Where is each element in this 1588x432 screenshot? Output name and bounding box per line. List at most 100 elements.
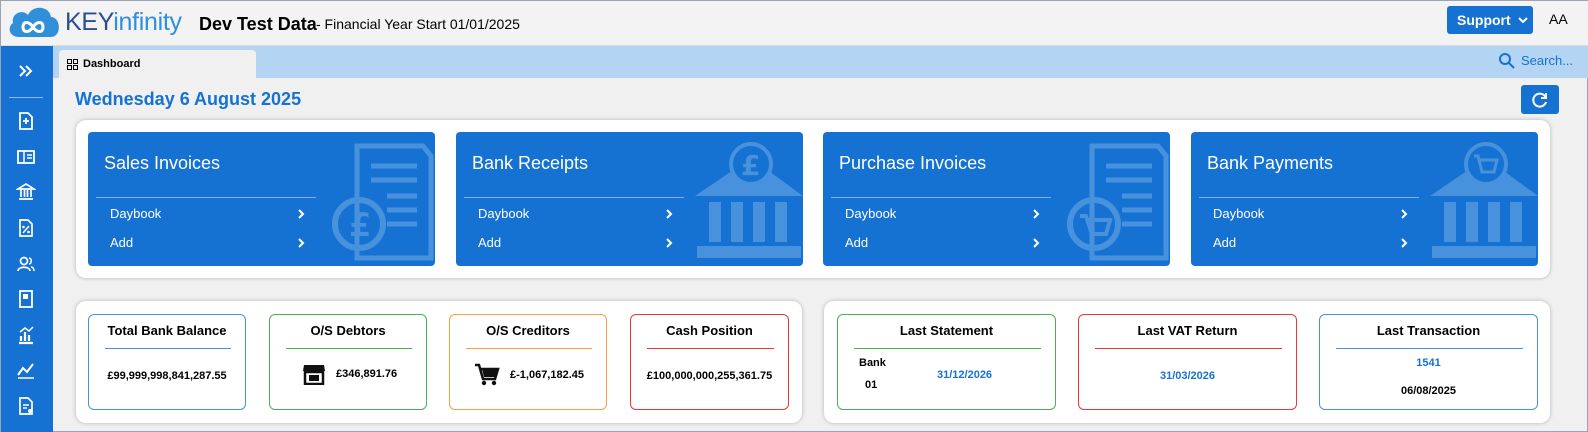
card-title: Bank Receipts	[472, 153, 589, 173]
tab-dashboard[interactable]: Dashboard	[59, 50, 256, 78]
bank-icon[interactable]	[13, 179, 39, 205]
chevron-right-icon	[298, 208, 305, 219]
os-debtors-card[interactable]: O/S Debtors £346,891.76	[269, 314, 427, 410]
card-divider	[1199, 197, 1419, 198]
quick-actions-panel: Sales Invoices Daybook Add £ Bank Receip…	[76, 120, 1550, 278]
chevron-right-icon	[1033, 237, 1040, 248]
bank-pound-icon: £	[695, 142, 803, 258]
kpi-underline	[1336, 348, 1523, 349]
kpi-title: Last VAT Return	[1137, 323, 1238, 338]
total-bank-balance-value: £99,999,998,841,287.55	[107, 370, 227, 382]
cloud-infinity-logo-icon	[9, 7, 59, 37]
sales-invoices-add-link[interactable]: Add	[110, 235, 306, 250]
sales-invoices-daybook-link[interactable]: Daybook	[110, 206, 306, 221]
top-bar: KEYinfinity Dev Test Data - Financial Ye…	[1, 1, 1588, 46]
cash-position-card[interactable]: Cash Position £100,000,000,255,361.75	[630, 314, 789, 410]
kpi-underline	[466, 348, 592, 349]
sidebar	[1, 46, 53, 432]
last-transaction-date: 06/08/2025	[1400, 385, 1457, 397]
bank-cart-icon	[1430, 142, 1538, 258]
card-divider	[831, 197, 1051, 198]
kpi-value-row: £346,891.76	[302, 363, 397, 385]
last-transaction-number-link[interactable]: 1541	[1320, 357, 1537, 369]
chevron-right-icon	[1401, 208, 1408, 219]
kpi-title: O/S Debtors	[310, 323, 386, 338]
last-statement-date-link[interactable]: 31/12/2026	[937, 369, 992, 381]
purchase-invoices-daybook-link[interactable]: Daybook	[845, 206, 1041, 221]
document-settings-icon[interactable]	[13, 393, 39, 419]
ledger-book-icon[interactable]	[13, 286, 39, 312]
brand-name: KEYinfinity	[65, 8, 182, 36]
purchase-invoices-add-link[interactable]: Add	[845, 235, 1041, 250]
kpi-underline	[854, 348, 1041, 349]
financial-summary-panel: Total Bank Balance £99,999,998,841,287.5…	[76, 301, 802, 423]
bank-receipts-daybook-link[interactable]: Daybook	[478, 206, 674, 221]
chevron-right-icon	[1033, 208, 1040, 219]
bank-receipts-add-link[interactable]: Add	[478, 235, 674, 250]
chevron-down-icon	[1517, 17, 1528, 24]
date-heading: Wednesday 6 August 2025	[75, 89, 302, 109]
sidebar-divider	[9, 97, 43, 98]
support-button[interactable]: Support	[1447, 6, 1533, 34]
vat-percent-icon[interactable]	[13, 215, 39, 241]
kpi-title: Total Bank Balance	[107, 323, 227, 338]
kpi-underline	[105, 348, 231, 349]
card-title: Sales Invoices	[104, 153, 221, 173]
card-divider	[464, 197, 684, 198]
chevron-right-icon	[666, 208, 673, 219]
sidebar-expand-icon[interactable]	[13, 58, 39, 84]
book-layout-icon[interactable]	[13, 144, 39, 170]
bank-payments-add-link[interactable]: Add	[1213, 235, 1409, 250]
os-creditors-card[interactable]: O/S Creditors £-1,067,182.45	[449, 314, 607, 410]
invoice-cart-icon	[1067, 143, 1169, 261]
cash-position-value: £100,000,000,255,361.75	[646, 370, 773, 382]
svg-text:£: £	[741, 149, 760, 182]
company-name: Dev Test Data	[199, 14, 317, 34]
reports-chart-icon[interactable]	[13, 322, 39, 348]
refresh-icon	[1532, 92, 1547, 108]
os-creditors-value: £-1,067,182.45	[510, 369, 585, 381]
last-statement-card[interactable]: Last Statement Bank 01 31/12/2026	[837, 314, 1056, 410]
card-title: Purchase Invoices	[839, 153, 987, 173]
chevron-right-icon	[298, 237, 305, 248]
last-vat-return-card[interactable]: Last VAT Return 31/03/2026	[1078, 314, 1297, 410]
analytics-icon[interactable]	[13, 357, 39, 383]
kpi-title: Last Transaction	[1376, 323, 1481, 338]
total-bank-balance-card[interactable]: Total Bank Balance £99,999,998,841,287.5…	[88, 314, 246, 410]
last-transaction-card[interactable]: Last Transaction 1541 06/08/2025	[1319, 314, 1538, 410]
os-debtors-value: £346,891.76	[336, 368, 398, 380]
card-title: Bank Payments	[1207, 153, 1334, 173]
tab-bar: Dashboard Search...	[53, 46, 1588, 78]
kpi-title: Last Statement	[899, 323, 994, 338]
bank-label: Bank	[859, 357, 886, 369]
customers-icon[interactable]	[13, 251, 39, 277]
store-icon	[303, 365, 325, 385]
tab-label: Dashboard	[83, 58, 141, 70]
sales-invoices-card: Sales Invoices Daybook Add £	[88, 132, 435, 266]
financial-year-start: - Financial Year Start 01/01/2025	[316, 16, 520, 32]
bank-payments-daybook-link[interactable]: Daybook	[1213, 206, 1409, 221]
dashboard-icon	[67, 58, 78, 70]
last-vat-return-date-link[interactable]: 31/03/2026	[1079, 370, 1296, 382]
bank-payments-card: Bank Payments Daybook Add	[1191, 132, 1538, 266]
kpi-underline	[647, 348, 774, 349]
search-button[interactable]: Search...	[1498, 52, 1573, 69]
search-icon	[1499, 53, 1515, 69]
kpi-underline	[286, 348, 412, 349]
kpi-underline	[1095, 348, 1282, 349]
kpi-title: O/S Creditors	[486, 323, 570, 338]
returns-summary-panel: Last Statement Bank 01 31/12/2026 Last V…	[824, 301, 1550, 423]
bank-receipts-card: Bank Receipts Daybook Add £	[456, 132, 803, 266]
refresh-button[interactable]	[1521, 85, 1559, 114]
new-document-icon[interactable]	[13, 108, 39, 134]
user-initials[interactable]: AA	[1549, 11, 1568, 27]
shopping-cart-icon	[475, 363, 500, 386]
invoice-pound-icon: £	[332, 143, 434, 261]
bank-number: 01	[865, 379, 878, 391]
svg-text:£: £	[349, 206, 371, 244]
purchase-invoices-card: Purchase Invoices Daybook Add	[823, 132, 1170, 266]
chevron-right-icon	[666, 237, 673, 248]
support-label: Support	[1457, 12, 1511, 28]
card-divider	[96, 197, 316, 198]
kpi-value-row: £-1,067,182.45	[474, 363, 584, 387]
